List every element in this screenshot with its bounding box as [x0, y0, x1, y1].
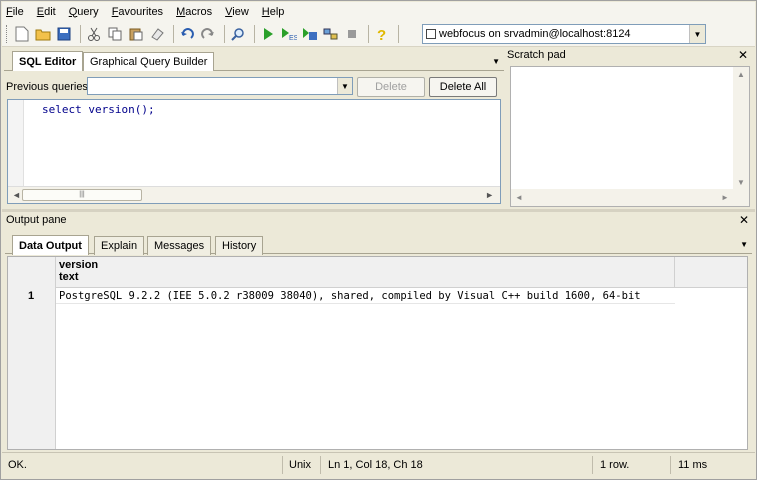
output-tabs: Data Output Explain Messages History ▼: [5, 233, 752, 255]
column-type: text: [59, 271, 79, 283]
data-grid: version text 1 PostgreSQL 9.2.2 (IEE 5.0…: [7, 256, 748, 450]
execute-to-file-icon[interactable]: [301, 25, 319, 43]
app-window: File Edit Query Favourites Macros View H…: [0, 0, 757, 480]
menu-view[interactable]: View: [225, 6, 249, 18]
scratch-horizontal-scrollbar[interactable]: ◄ ►: [511, 189, 749, 206]
connection-checkbox[interactable]: [426, 29, 436, 39]
scratch-pad-textarea[interactable]: ▲ ▼ ◄ ►: [510, 66, 750, 207]
scroll-up-icon[interactable]: ▲: [737, 70, 745, 79]
svg-text:?: ?: [377, 27, 386, 42]
row-count: 1 row.: [600, 459, 630, 471]
tab-history[interactable]: History: [215, 236, 264, 255]
sql-editor[interactable]: select version(); ◄ ||| ►: [7, 99, 501, 204]
sql-editor-panel: SQL Editor Graphical Query Builder ▼ Pre…: [4, 49, 504, 209]
line-ending: Unix: [289, 459, 312, 471]
scroll-left-icon[interactable]: ◄: [12, 190, 21, 200]
scroll-left-icon[interactable]: ◄: [515, 193, 523, 202]
editor-horizontal-scrollbar[interactable]: ◄ ||| ►: [8, 186, 500, 203]
svg-text:ES: ES: [289, 35, 297, 41]
tab-list-arrow-icon[interactable]: ▼: [492, 57, 500, 66]
query-builder-icon[interactable]: [322, 25, 340, 43]
toolbar-separator: [224, 24, 225, 43]
row-number[interactable]: 1: [8, 288, 56, 304]
find-icon[interactable]: [229, 25, 247, 43]
chevron-down-icon[interactable]: ▼: [337, 78, 352, 94]
undo-icon[interactable]: [178, 25, 196, 43]
output-pane-title: Output pane: [6, 214, 67, 226]
status-divider: [282, 456, 283, 474]
status-divider: [670, 456, 671, 474]
save-icon[interactable]: [55, 25, 73, 43]
tab-explain[interactable]: Explain: [94, 236, 145, 255]
open-icon[interactable]: [34, 25, 52, 43]
scroll-down-icon[interactable]: ▼: [737, 178, 745, 187]
tab-data-output[interactable]: Data Output: [12, 235, 89, 255]
column-name: version: [59, 259, 99, 271]
cut-icon[interactable]: [85, 25, 103, 43]
execute-icon[interactable]: [259, 25, 277, 43]
toolbar-separator: [254, 24, 255, 43]
previous-queries-select[interactable]: ▼: [87, 77, 353, 95]
query-duration: 11 ms: [678, 459, 708, 471]
status-divider: [320, 456, 321, 474]
toolbar-grip[interactable]: [6, 24, 9, 43]
table-cell[interactable]: PostgreSQL 9.2.2 (IEE 5.0.2 r38009 38040…: [56, 288, 675, 304]
previous-queries-label: Previous queries: [6, 81, 88, 93]
menu-help[interactable]: Help: [262, 6, 285, 18]
delete-button[interactable]: Delete: [357, 77, 425, 97]
close-icon[interactable]: ✕: [739, 213, 749, 227]
close-icon[interactable]: ✕: [738, 48, 748, 62]
delete-all-button[interactable]: Delete All: [429, 77, 497, 97]
connection-select[interactable]: webfocus on srvadmin@localhost:8124 ▼: [422, 24, 706, 44]
menu-macros[interactable]: Macros: [176, 6, 212, 18]
previous-queries-row: Previous queries ▼ Delete Delete All: [4, 76, 504, 98]
new-icon[interactable]: [13, 25, 31, 43]
cursor-position: Ln 1, Col 18, Ch 18: [328, 459, 423, 471]
paste-icon[interactable]: [127, 25, 145, 43]
row-header-column: [8, 257, 56, 449]
scrollbar-thumb[interactable]: |||: [22, 189, 142, 201]
redo-icon[interactable]: [199, 25, 217, 43]
editor-gutter: [8, 100, 24, 186]
toolbar-separator: [368, 24, 369, 43]
menu-favourites[interactable]: Favourites: [112, 6, 163, 18]
copy-icon[interactable]: [106, 25, 124, 43]
scratch-pad-title: Scratch pad: [507, 49, 566, 61]
tab-list-arrow-icon[interactable]: ▼: [740, 240, 748, 249]
stop-icon[interactable]: [343, 25, 361, 43]
scratch-pad-header: Scratch pad ✕: [507, 48, 752, 63]
explain-icon[interactable]: ES: [280, 25, 298, 43]
status-text: OK.: [8, 459, 27, 471]
toolbar-separator: [398, 24, 399, 43]
menu-bar: File Edit Query Favourites Macros View H…: [2, 2, 755, 21]
tab-messages[interactable]: Messages: [147, 236, 212, 255]
menu-edit[interactable]: Edit: [37, 6, 56, 18]
toolbar-separator: [80, 24, 81, 43]
scroll-right-icon[interactable]: ►: [485, 190, 494, 200]
help-icon[interactable]: ?: [373, 25, 391, 43]
menu-query[interactable]: Query: [69, 6, 99, 18]
sql-panel-tabs: SQL Editor Graphical Query Builder ▼: [4, 49, 504, 71]
column-header-filler: [675, 257, 747, 288]
status-divider: [592, 456, 593, 474]
chevron-down-icon[interactable]: ▼: [689, 25, 705, 43]
tab-graphical-query-builder[interactable]: Graphical Query Builder: [83, 52, 215, 71]
scratch-pad-panel: Scratch pad ✕ ▲ ▼ ◄ ►: [507, 48, 752, 209]
clear-icon[interactable]: [148, 25, 166, 43]
column-header-version[interactable]: version text: [56, 257, 675, 288]
menu-file[interactable]: File: [6, 6, 24, 18]
tab-sql-editor[interactable]: SQL Editor: [12, 51, 84, 71]
scroll-right-icon[interactable]: ►: [721, 193, 729, 202]
toolbar: ES ? webfocus on srvadmin@localhost:8124…: [2, 21, 755, 47]
status-bar: OK. Unix Ln 1, Col 18, Ch 18 1 row. 11 m…: [2, 452, 755, 477]
scratch-vertical-scrollbar[interactable]: ▲ ▼: [733, 67, 749, 190]
toolbar-separator: [173, 24, 174, 43]
connection-label: webfocus on srvadmin@localhost:8124: [439, 28, 631, 40]
sql-query-text[interactable]: select version();: [42, 103, 155, 116]
